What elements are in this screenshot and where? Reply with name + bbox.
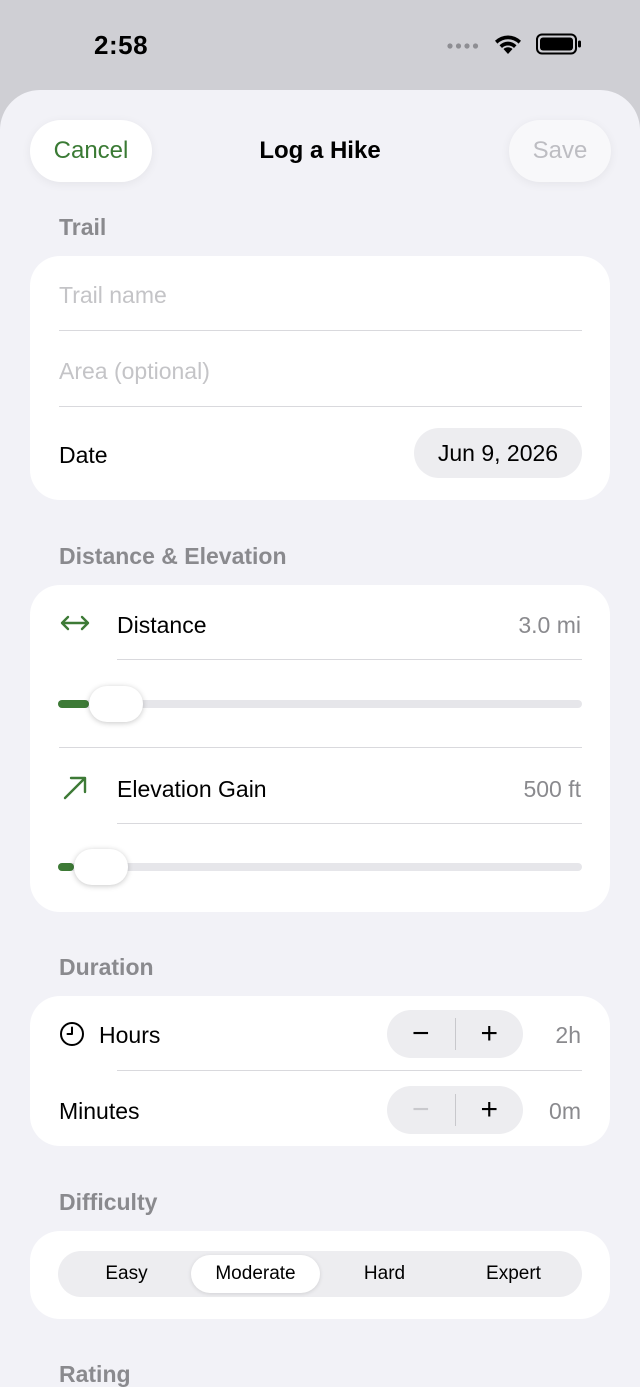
minutes-increment-button[interactable]: + xyxy=(456,1086,524,1134)
cellular-signal-icon xyxy=(446,38,480,56)
battery-icon xyxy=(536,33,582,60)
area-input[interactable]: Area (optional) xyxy=(59,358,579,385)
minutes-value: 0m xyxy=(549,1098,581,1124)
wifi-icon xyxy=(494,33,522,60)
divider xyxy=(59,330,582,331)
divider xyxy=(117,823,582,824)
distance-label: Distance xyxy=(117,612,207,638)
hours-increment-button[interactable]: + xyxy=(456,1010,524,1058)
distance-slider-fill xyxy=(58,700,90,708)
hours-label: Hours xyxy=(99,1022,161,1048)
difficulty-option-easy[interactable]: Easy xyxy=(62,1255,191,1293)
section-header-rating: Rating xyxy=(59,1361,131,1387)
save-button[interactable]: Save xyxy=(509,120,611,182)
hours-value: 2h xyxy=(555,1022,581,1048)
elevation-value: 500 ft xyxy=(523,776,581,802)
elevation-slider[interactable] xyxy=(58,849,582,885)
distance-elevation-card: Distance 3.0 mi Elevation Gain 500 ft xyxy=(30,585,610,912)
section-header-difficulty: Difficulty xyxy=(59,1189,158,1215)
minutes-label: Minutes xyxy=(59,1098,140,1124)
trail-card: Trail name Area (optional) Date Jun 9, 2… xyxy=(30,256,610,500)
log-hike-sheet: Cancel Log a Hike Save Trail Trail name … xyxy=(0,90,640,1387)
clock-icon xyxy=(59,1021,85,1052)
distance-value: 3.0 mi xyxy=(518,612,581,638)
difficulty-option-hard[interactable]: Hard xyxy=(320,1255,449,1293)
elevation-slider-fill xyxy=(58,863,74,871)
difficulty-card: Easy Moderate Hard Expert xyxy=(30,1231,610,1319)
divider xyxy=(117,1070,582,1071)
status-time: 2:58 xyxy=(94,30,149,60)
section-header-distance-elevation: Distance & Elevation xyxy=(59,543,287,569)
section-header-duration: Duration xyxy=(59,954,154,980)
trail-name-input[interactable]: Trail name xyxy=(59,282,579,309)
divider xyxy=(117,659,582,660)
arrow-up-right-icon xyxy=(61,774,89,807)
divider xyxy=(59,406,582,407)
difficulty-option-expert[interactable]: Expert xyxy=(449,1255,578,1293)
status-icons xyxy=(446,33,582,60)
date-picker-button[interactable]: Jun 9, 2026 xyxy=(414,428,582,478)
duration-card: Hours − + 2h Minutes − + 0m xyxy=(30,996,610,1146)
difficulty-option-moderate[interactable]: Moderate xyxy=(191,1255,320,1293)
date-label: Date xyxy=(59,442,108,468)
elevation-label: Elevation Gain xyxy=(117,776,267,802)
distance-slider[interactable] xyxy=(58,686,582,722)
left-right-arrow-icon xyxy=(59,609,91,642)
hours-decrement-button[interactable]: − xyxy=(387,1010,455,1058)
hours-stepper[interactable]: − + xyxy=(387,1010,523,1058)
difficulty-segmented-control[interactable]: Easy Moderate Hard Expert xyxy=(58,1251,582,1297)
distance-slider-thumb[interactable] xyxy=(89,686,144,722)
section-header-trail: Trail xyxy=(59,214,107,240)
minutes-stepper[interactable]: − + xyxy=(387,1086,523,1134)
minutes-decrement-button[interactable]: − xyxy=(387,1086,455,1134)
elevation-slider-thumb[interactable] xyxy=(73,849,128,885)
divider xyxy=(59,747,582,748)
status-bar: 2:58 xyxy=(0,0,640,90)
